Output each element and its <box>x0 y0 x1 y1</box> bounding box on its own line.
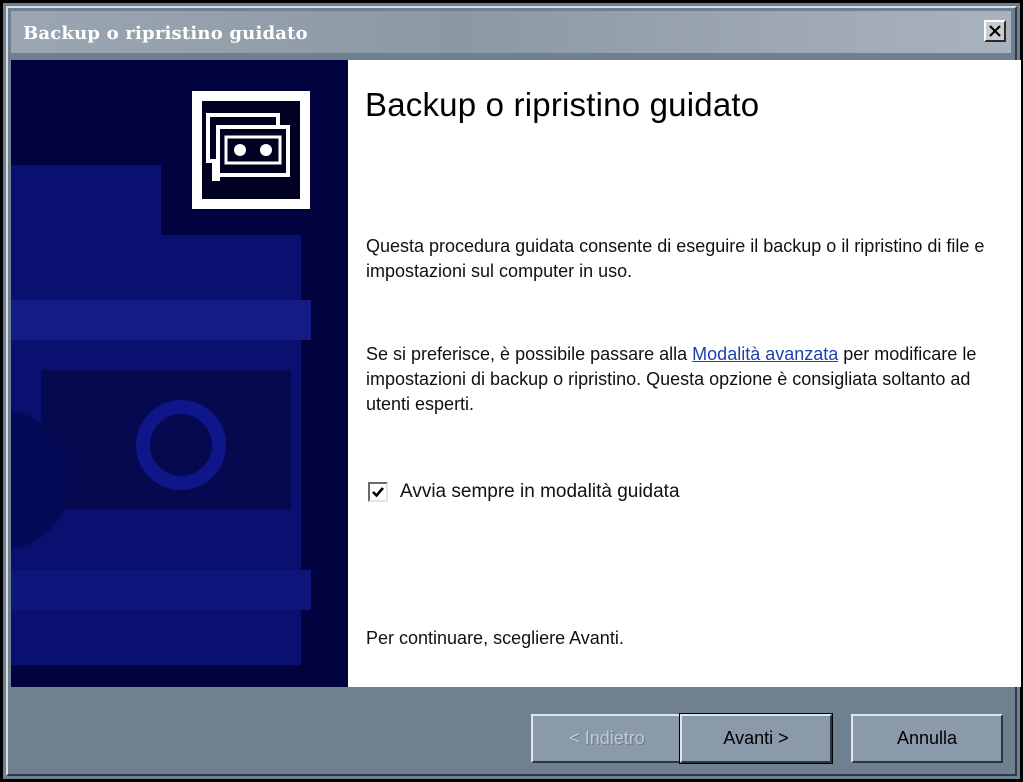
close-button[interactable] <box>984 20 1006 42</box>
wizard-logo <box>192 91 310 209</box>
title-bar[interactable]: Backup o ripristino guidato <box>11 11 1011 53</box>
wizard-mode-option[interactable]: Avvia sempre in modalità guidata <box>368 481 680 503</box>
cancel-button[interactable]: Annulla <box>851 714 1003 763</box>
backup-tapes-icon <box>206 113 290 181</box>
checkbox-label[interactable]: Avvia sempre in modalità guidata <box>400 481 680 503</box>
wizard-window: Backup o ripristino guidato Backup o rip… <box>0 0 1023 782</box>
window-title: Backup o ripristino guidato <box>23 23 308 44</box>
page-title: Backup o ripristino guidato <box>365 86 760 123</box>
back-button[interactable]: < Indietro <box>531 714 683 763</box>
advanced-mode-text: Se si preferisce, è possibile passare al… <box>366 342 986 417</box>
next-button[interactable]: Avanti > <box>679 713 833 764</box>
advanced-text-before: Se si preferisce, è possibile passare al… <box>366 344 693 364</box>
advanced-mode-link[interactable]: Modalità avanzata <box>692 344 838 364</box>
wizard-content: Backup o ripristino guidato Questa proce… <box>348 60 1021 687</box>
checkmark-icon <box>372 487 384 498</box>
continue-instruction: Per continuare, scegliere Avanti. <box>366 628 624 648</box>
always-wizard-checkbox[interactable] <box>368 482 388 502</box>
close-icon <box>989 25 1001 37</box>
wizard-side-panel <box>11 60 348 687</box>
intro-text: Questa procedura guidata consente di ese… <box>366 236 985 281</box>
